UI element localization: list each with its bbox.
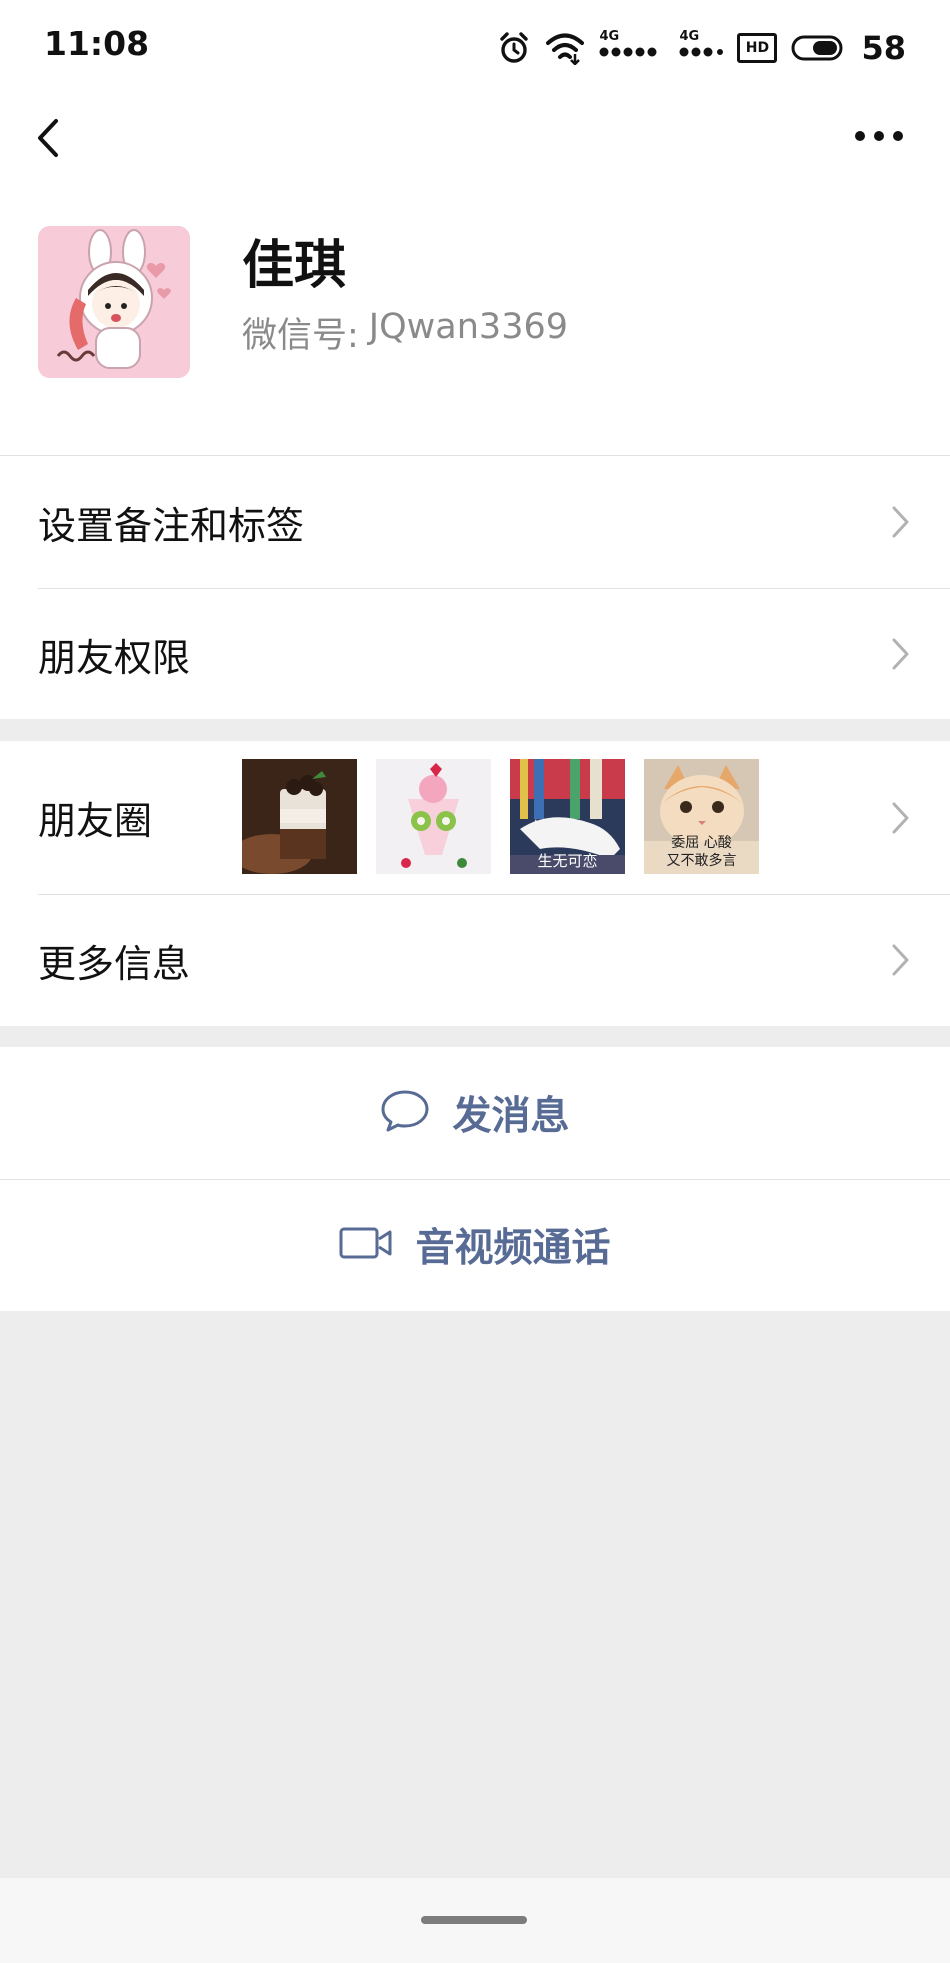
system-nav-bar	[0, 1878, 950, 1963]
moments-thumb-caption: 生无可恋	[537, 852, 598, 870]
friend-permissions-row[interactable]: 朋友权限	[0, 588, 950, 720]
moments-thumb: 生无可恋	[510, 759, 625, 874]
remark-tags-row[interactable]: 设置备注和标签	[0, 456, 950, 588]
status-bar: 11:08 4G 4G HD 58	[0, 0, 950, 95]
home-indicator[interactable]	[421, 1916, 527, 1924]
more-dots-icon	[850, 131, 910, 165]
wechat-id-value[interactable]: JQwan3369	[369, 307, 568, 358]
video-call-button[interactable]: 音视频通话	[0, 1179, 950, 1311]
chat-bubble-icon	[380, 1088, 430, 1138]
profile-name: 佳琪	[242, 236, 347, 296]
signal-4g-icon: 4G	[599, 29, 665, 59]
status-icons: 4G 4G HD 58	[497, 26, 906, 70]
wechat-id-label: 微信号:	[242, 316, 359, 356]
chevron-right-icon	[890, 942, 912, 982]
moments-thumbnails: 生无可恋 委屈 心酸 又不敢多言	[242, 759, 759, 874]
back-button[interactable]	[28, 103, 88, 173]
video-call-label: 音视频通话	[415, 1226, 611, 1271]
more-info-label: 更多信息	[38, 941, 191, 986]
remark-tags-label: 设置备注和标签	[38, 503, 305, 548]
friend-permissions-label: 朋友权限	[38, 635, 191, 680]
chevron-left-icon	[28, 119, 88, 177]
wifi-icon	[545, 31, 585, 65]
moments-row[interactable]: 朋友圈 生无可恋 委屈 心酸 又不敢多言	[0, 741, 950, 894]
status-time: 11:08	[44, 24, 150, 63]
video-camera-icon	[339, 1226, 393, 1264]
settings-group: 设置备注和标签 朋友权限	[0, 455, 950, 719]
moments-thumb-caption: 委屈 心酸 又不敢多言	[666, 835, 737, 869]
battery-level: 58	[861, 29, 906, 67]
send-message-label: 发消息	[452, 1094, 570, 1139]
moments-group: 朋友圈 生无可恋 委屈 心酸 又不敢多言 更多信息	[0, 741, 950, 1026]
send-message-button[interactable]: 发消息	[0, 1047, 950, 1179]
moments-thumb	[242, 759, 357, 874]
chevron-right-icon	[890, 504, 912, 544]
avatar[interactable]	[38, 226, 190, 378]
alarm-icon	[497, 31, 531, 65]
moments-label: 朋友圈	[38, 799, 153, 843]
nav-bar	[0, 95, 950, 215]
profile-header: 佳琪 微信号: JQwan3369	[0, 215, 950, 455]
actions-group: 发消息 音视频通话	[0, 1047, 950, 1311]
battery-icon	[791, 35, 845, 61]
signal-4g-icon: 4G	[679, 29, 724, 59]
more-info-row[interactable]: 更多信息	[0, 894, 950, 1026]
moments-thumb: 委屈 心酸 又不敢多言	[644, 759, 759, 874]
hd-icon: HD	[737, 33, 778, 63]
chevron-right-icon	[890, 636, 912, 676]
moments-thumb	[376, 759, 491, 874]
wechat-id-row: 微信号: JQwan3369	[242, 307, 568, 358]
chevron-right-icon	[890, 800, 912, 840]
more-button[interactable]	[850, 111, 910, 161]
